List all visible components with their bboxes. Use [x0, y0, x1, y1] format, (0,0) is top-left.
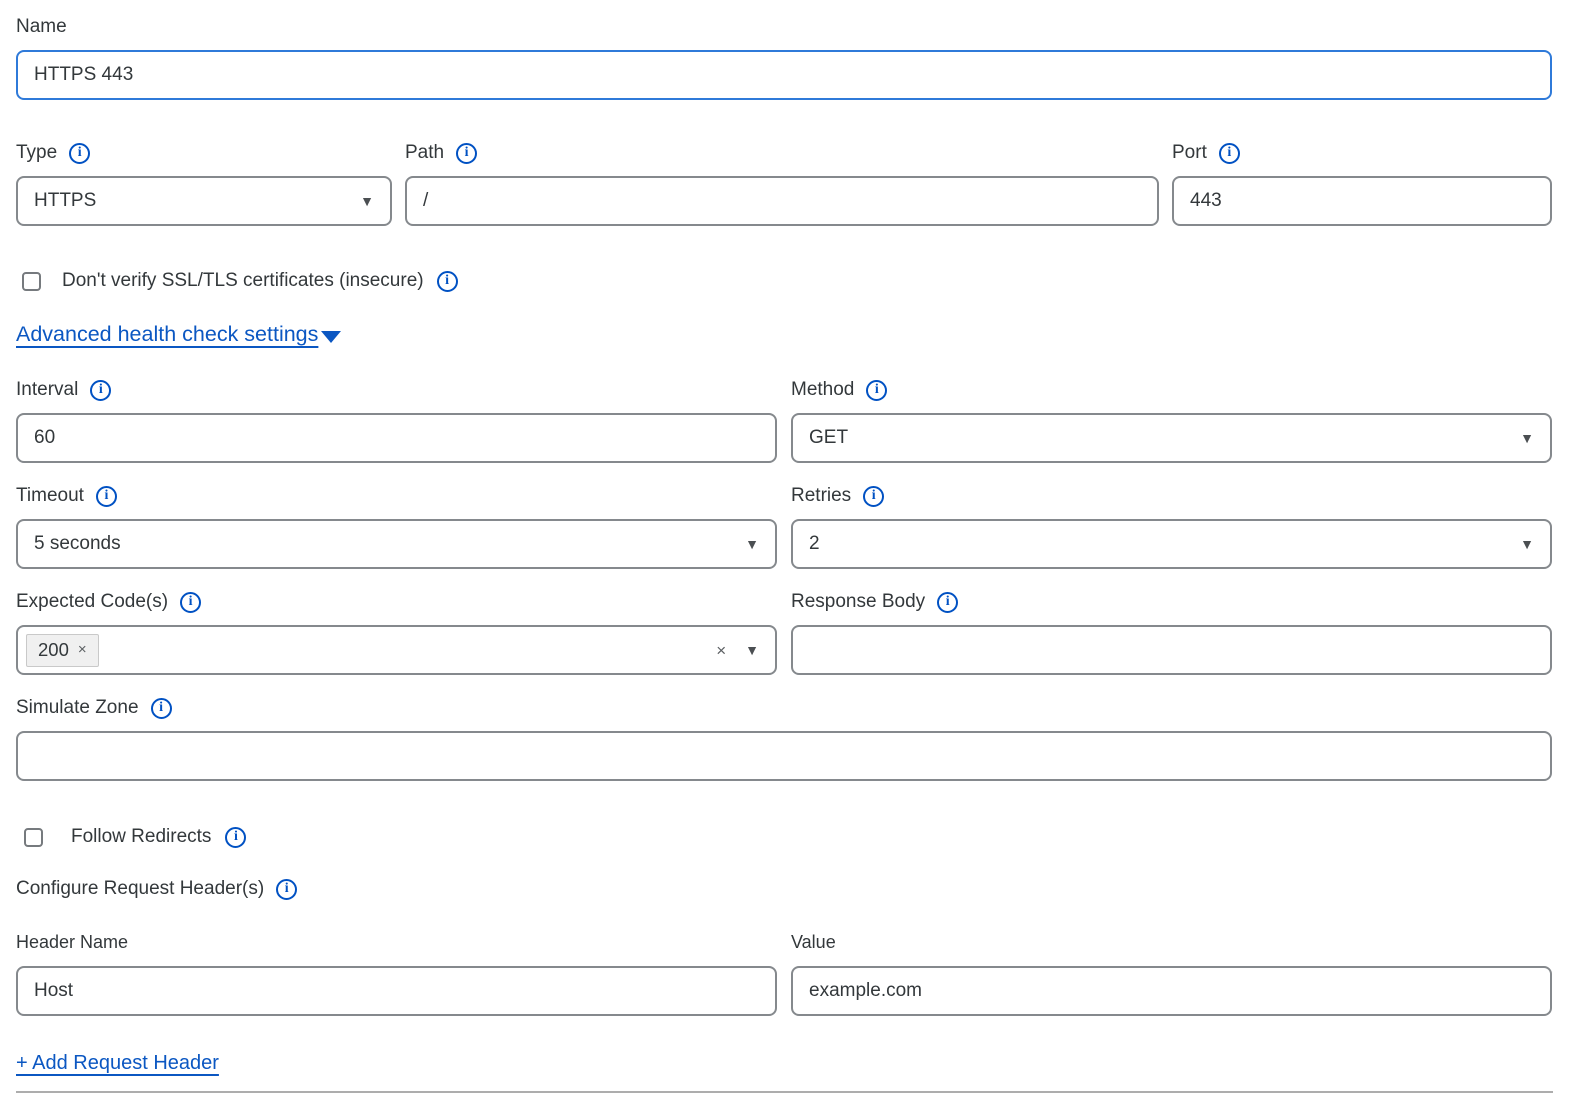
- retries-select-value: 2: [809, 533, 820, 555]
- advanced-settings-link[interactable]: Advanced health check settings: [16, 322, 318, 347]
- timeout-label: Timeout: [16, 484, 84, 508]
- header-value-input[interactable]: [791, 966, 1552, 1016]
- simulate-zone-field: Simulate Zone i: [16, 695, 1552, 781]
- chevron-down-icon: [321, 331, 341, 343]
- interval-info-icon[interactable]: i: [90, 380, 111, 401]
- simulate-zone-input[interactable]: [16, 731, 1552, 781]
- ssl-verify-info-icon[interactable]: i: [437, 271, 458, 292]
- timeout-select[interactable]: 5 seconds ▼: [16, 519, 777, 569]
- configure-headers-label: Configure Request Header(s): [16, 877, 264, 901]
- retries-info-icon[interactable]: i: [863, 486, 884, 507]
- type-select-arrow-icon: ▼: [360, 194, 374, 208]
- interval-method-row: Interval i Method i GET ▼: [16, 377, 1552, 463]
- header-name-column-label: Header Name: [16, 930, 128, 954]
- add-request-header-link[interactable]: + Add Request Header: [16, 1052, 219, 1075]
- ssl-verify-checkbox[interactable]: [22, 272, 41, 291]
- method-select-value: GET: [809, 427, 848, 449]
- ssl-verify-row: Don't verify SSL/TLS certificates (insec…: [16, 270, 1552, 292]
- health-check-form: Name Type i HTTPS ▼ Path i: [0, 0, 1570, 1093]
- port-label: Port: [1172, 141, 1207, 165]
- port-input[interactable]: [1172, 176, 1552, 226]
- configure-headers-row: Configure Request Header(s) i: [16, 876, 1552, 902]
- tag-remove-icon[interactable]: ×: [78, 642, 87, 657]
- follow-redirects-row: Follow Redirects i: [16, 826, 1552, 848]
- retries-select-arrow-icon: ▼: [1520, 537, 1534, 551]
- expected-codes-field: Expected Code(s) i 200 × × ▼: [16, 589, 777, 675]
- port-info-icon[interactable]: i: [1219, 143, 1240, 164]
- follow-redirects-label: Follow Redirects: [71, 826, 211, 848]
- configure-headers-info-icon[interactable]: i: [276, 879, 297, 900]
- retries-field: Retries i 2 ▼: [791, 483, 1552, 569]
- interval-field: Interval i: [16, 377, 777, 463]
- port-field: Port i: [1172, 140, 1552, 226]
- response-body-input[interactable]: [791, 625, 1552, 675]
- type-path-port-row: Type i HTTPS ▼ Path i Port i: [16, 140, 1552, 226]
- type-label: Type: [16, 141, 57, 165]
- interval-input[interactable]: [16, 413, 777, 463]
- simulate-zone-info-icon[interactable]: i: [151, 698, 172, 719]
- response-body-field: Response Body i: [791, 589, 1552, 675]
- path-field: Path i: [405, 140, 1159, 226]
- type-field: Type i HTTPS ▼: [16, 140, 392, 226]
- retries-select[interactable]: 2 ▼: [791, 519, 1552, 569]
- name-label-row: Name: [16, 14, 1552, 40]
- name-input[interactable]: [16, 50, 1552, 100]
- clear-all-icon[interactable]: ×: [716, 642, 726, 659]
- type-select-value: HTTPS: [34, 190, 96, 212]
- method-select-arrow-icon: ▼: [1520, 431, 1534, 445]
- header-value-column-label: Value: [791, 930, 836, 954]
- method-label: Method: [791, 378, 854, 402]
- path-info-icon[interactable]: i: [456, 143, 477, 164]
- type-select[interactable]: HTTPS ▼: [16, 176, 392, 226]
- request-header-row: Header Name Value: [16, 930, 1552, 1016]
- path-input[interactable]: [405, 176, 1159, 226]
- interval-label: Interval: [16, 378, 78, 402]
- header-name-field: Header Name: [16, 930, 777, 1016]
- type-info-icon[interactable]: i: [69, 143, 90, 164]
- codes-body-row: Expected Code(s) i 200 × × ▼ Response Bo…: [16, 589, 1552, 675]
- timeout-retries-row: Timeout i 5 seconds ▼ Retries i 2 ▼: [16, 483, 1552, 569]
- method-field: Method i GET ▼: [791, 377, 1552, 463]
- code-tag-value: 200: [38, 639, 69, 661]
- add-header-row: + Add Request Header: [16, 1052, 1552, 1075]
- timeout-select-value: 5 seconds: [34, 533, 121, 555]
- timeout-select-arrow-icon: ▼: [745, 537, 759, 551]
- header-value-field: Value: [791, 930, 1552, 1016]
- section-divider: [16, 1091, 1553, 1093]
- path-label: Path: [405, 141, 444, 165]
- response-body-info-icon[interactable]: i: [937, 592, 958, 613]
- advanced-settings-row: Advanced health check settings: [16, 322, 1552, 347]
- expected-codes-info-icon[interactable]: i: [180, 592, 201, 613]
- method-select[interactable]: GET ▼: [791, 413, 1552, 463]
- method-info-icon[interactable]: i: [866, 380, 887, 401]
- header-name-input[interactable]: [16, 966, 777, 1016]
- codes-select-arrow-icon: ▼: [745, 643, 759, 657]
- timeout-info-icon[interactable]: i: [96, 486, 117, 507]
- ssl-verify-label: Don't verify SSL/TLS certificates (insec…: [62, 270, 424, 292]
- expected-codes-multiselect[interactable]: 200 × × ▼: [16, 625, 777, 675]
- timeout-field: Timeout i 5 seconds ▼: [16, 483, 777, 569]
- follow-redirects-info-icon[interactable]: i: [225, 827, 246, 848]
- follow-redirects-checkbox[interactable]: [24, 828, 43, 847]
- retries-label: Retries: [791, 484, 851, 508]
- code-tag: 200 ×: [26, 634, 99, 667]
- name-label: Name: [16, 15, 67, 39]
- simulate-zone-label: Simulate Zone: [16, 696, 139, 720]
- response-body-label: Response Body: [791, 590, 925, 614]
- expected-codes-label: Expected Code(s): [16, 590, 168, 614]
